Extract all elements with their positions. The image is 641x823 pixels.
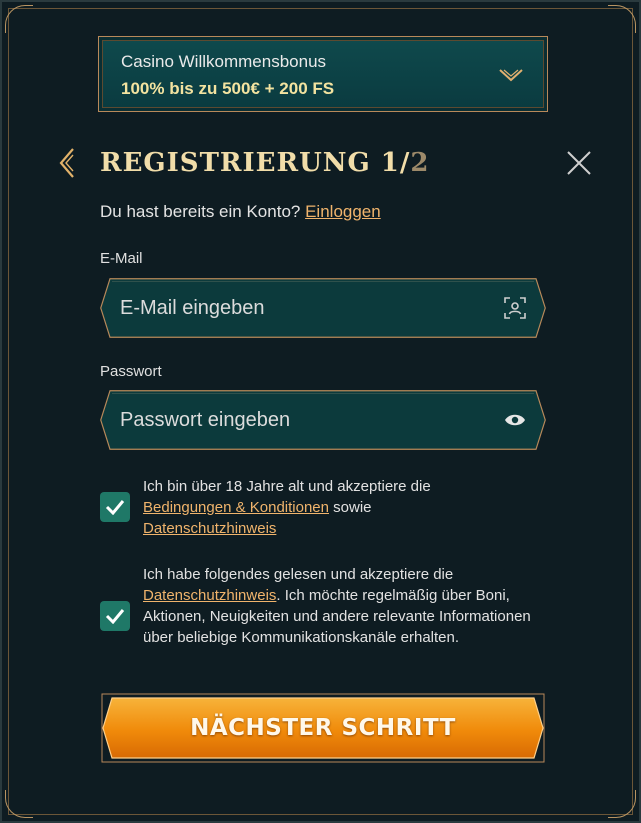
close-icon[interactable] — [564, 148, 594, 178]
login-link[interactable]: Einloggen — [305, 202, 381, 221]
corner-ornament — [5, 5, 33, 33]
terms-text-part: sowie — [333, 499, 372, 516]
page-title: REGISTRIERUNG 1/2 — [100, 148, 430, 178]
registration-modal: Casino Willkommensbonus 100% bis zu 500€… — [0, 0, 641, 823]
privacy-notice-link[interactable]: Datenschutzhinweis — [143, 520, 276, 537]
password-label: Passwort — [100, 363, 162, 380]
bonus-title: Casino Willkommensbonus — [121, 52, 327, 71]
email-field-wrapper — [100, 278, 546, 338]
face-scan-icon[interactable] — [504, 297, 526, 319]
corner-ornament — [608, 790, 636, 818]
consent-terms: Ich bin über 18 Jahre alt und akzeptiere… — [100, 476, 546, 540]
next-step-label: NÄCHSTER SCHRITT — [190, 715, 456, 741]
chevron-left-icon[interactable] — [57, 147, 79, 179]
email-input[interactable] — [120, 286, 490, 330]
bonus-select[interactable]: Casino Willkommensbonus 100% bis zu 500€… — [98, 36, 548, 112]
corner-ornament — [608, 5, 636, 33]
terms-checkbox[interactable] — [100, 492, 130, 522]
next-step-button[interactable]: NÄCHSTER SCHRITT — [100, 692, 546, 764]
title-text: REGISTRIERUNG 1/ — [100, 148, 411, 178]
password-field-wrapper — [100, 390, 546, 450]
password-input[interactable] — [120, 398, 490, 442]
terms-text-part: Ich bin über 18 Jahre alt und akzeptiere… — [143, 478, 431, 495]
eye-icon[interactable] — [504, 409, 526, 431]
title-step-total: 2 — [410, 148, 430, 178]
chevron-down-icon — [499, 69, 523, 82]
login-prompt: Du hast bereits ein Konto? Einloggen — [100, 202, 381, 222]
terms-conditions-link[interactable]: Bedingungen & Konditionen — [143, 499, 329, 516]
privacy-notice-link[interactable]: Datenschutzhinweis — [143, 587, 276, 604]
marketing-text-part: Ich habe folgendes gelesen und akzeptier… — [143, 566, 454, 583]
checkmark-icon — [105, 500, 125, 515]
consent-marketing: Ich habe folgendes gelesen und akzeptier… — [100, 564, 546, 670]
login-prompt-text: Du hast bereits ein Konto? — [100, 202, 301, 221]
marketing-checkbox[interactable] — [100, 601, 130, 631]
checkmark-icon — [105, 609, 125, 624]
terms-text: Ich bin über 18 Jahre alt und akzeptiere… — [143, 476, 543, 539]
email-label: E-Mail — [100, 250, 143, 267]
bonus-value: 100% bis zu 500€ + 200 FS — [121, 79, 335, 98]
marketing-text: Ich habe folgendes gelesen und akzeptier… — [143, 564, 543, 648]
corner-ornament — [5, 790, 33, 818]
